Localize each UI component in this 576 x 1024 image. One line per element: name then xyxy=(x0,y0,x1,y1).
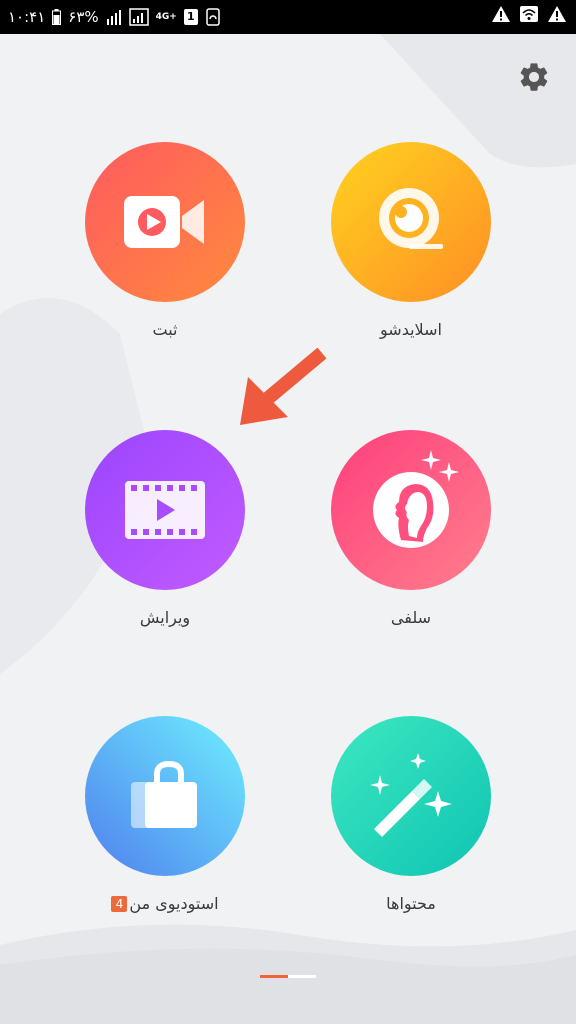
status-bar-left: ۱۰:۴۱ ۶۳% 4G+ 1 xyxy=(8,6,221,28)
status-bar-right xyxy=(492,6,566,22)
content-circle[interactable] xyxy=(331,716,491,876)
warning-icon xyxy=(548,6,566,22)
film-play-icon xyxy=(125,481,205,539)
warning-icon xyxy=(492,6,510,22)
record-circle[interactable] xyxy=(85,142,245,302)
arrow-hint-icon xyxy=(240,347,327,425)
tile-record-label: ثبت xyxy=(152,320,178,339)
sim-slot-indicator: 1 xyxy=(183,9,198,25)
status-time: ۱۰:۴۱ xyxy=(8,8,46,26)
tile-my-studio[interactable]: استودیوی من 4 xyxy=(50,716,280,913)
selfie-circle[interactable] xyxy=(331,430,491,590)
tile-record[interactable]: ثبت xyxy=(50,142,280,339)
edit-circle[interactable] xyxy=(85,430,245,590)
page-indicator-active xyxy=(260,975,288,978)
video-camera-icon xyxy=(124,196,204,248)
footer-wave-decoration xyxy=(0,924,576,1024)
tile-edit[interactable]: ویرایش xyxy=(50,430,280,627)
battery-icon xyxy=(52,9,62,25)
tile-slideshow[interactable]: اسلایدشو xyxy=(296,142,526,339)
network-type: 4G+ xyxy=(155,11,177,22)
recycle-icon xyxy=(206,8,220,26)
tile-selfie-label: سلفی xyxy=(390,608,432,627)
shopping-bag-icon xyxy=(131,760,197,828)
webcam-icon xyxy=(379,188,443,249)
wifi-icon xyxy=(520,6,538,22)
sparkle-icon xyxy=(421,450,459,482)
tile-content[interactable]: محتواها xyxy=(296,716,526,913)
settings-gear-icon[interactable] xyxy=(517,60,551,94)
studio-circle[interactable] xyxy=(85,716,245,876)
signal-bars-icon xyxy=(106,10,121,25)
battery-percent: ۶۳% xyxy=(68,8,99,26)
magic-wand-icon xyxy=(370,753,452,837)
tile-slideshow-label: اسلایدشو xyxy=(380,320,442,339)
cell-signal-icon xyxy=(128,8,149,26)
status-bar: ۱۰:۴۱ ۶۳% 4G+ 1 xyxy=(0,0,576,34)
tile-edit-label: ویرایش xyxy=(139,608,191,627)
tile-selfie[interactable]: سلفی xyxy=(296,430,526,627)
page-indicator xyxy=(260,975,316,978)
slideshow-circle[interactable] xyxy=(331,142,491,302)
page-indicator-inactive xyxy=(288,975,316,978)
